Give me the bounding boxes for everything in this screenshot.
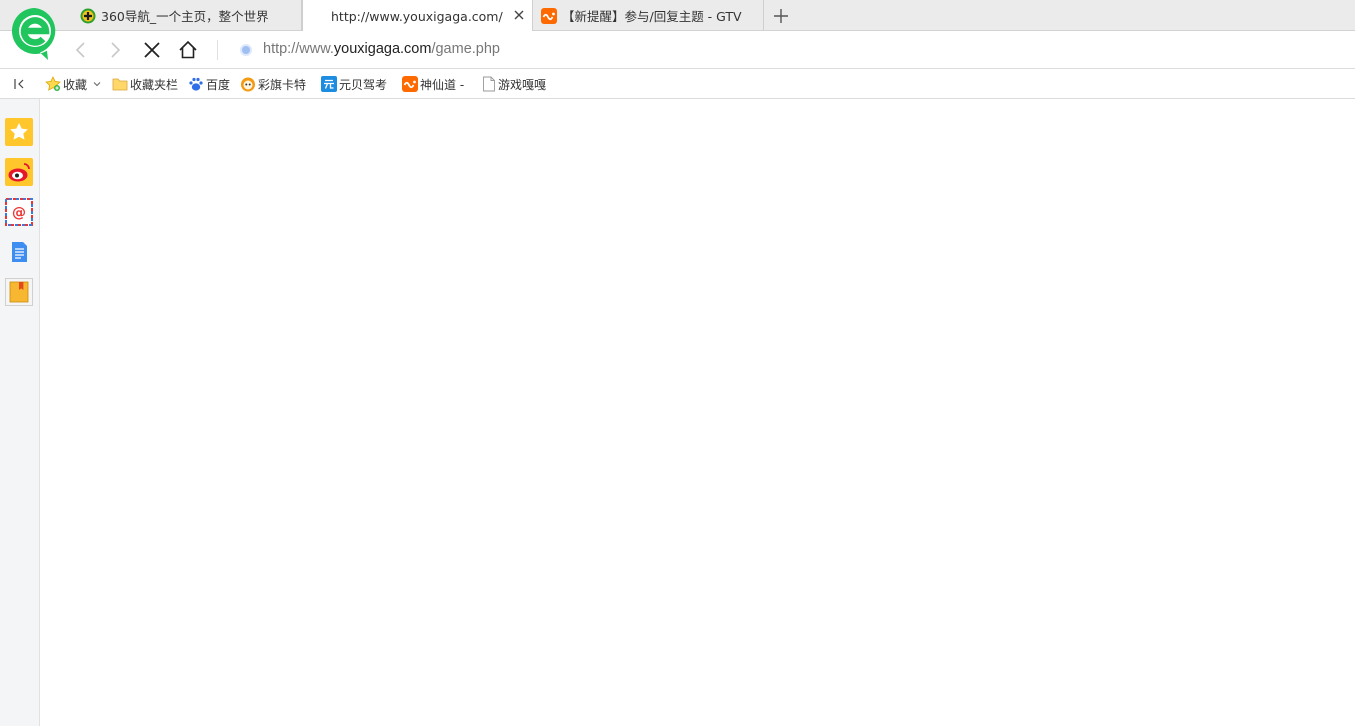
browser-logo-icon <box>11 7 56 60</box>
url-path: /game.php <box>431 41 500 57</box>
chevron-down-icon <box>93 82 101 87</box>
tab-title: 360导航_一个主页，整个世界 <box>101 9 269 24</box>
page-content <box>40 99 1355 726</box>
gtv-icon <box>402 76 418 92</box>
tab-title: 【新提醒】参与/回复主题 - GTV <box>562 9 742 24</box>
nav-separator <box>217 40 218 60</box>
page-icon <box>483 76 495 92</box>
bookmark-label: 收藏夹栏 <box>130 77 179 92</box>
stop-icon <box>144 42 160 58</box>
address-bar[interactable]: http://www.youxigaga.com/game.php <box>263 41 500 57</box>
bookmark-baidu[interactable]: 百度 <box>188 75 230 93</box>
collapse-left-icon <box>14 79 24 89</box>
bookmark-label: 游戏嘎嘎 <box>498 77 547 92</box>
home-button[interactable] <box>177 39 199 61</box>
stop-button[interactable] <box>141 39 163 61</box>
bookmark-yuanbei[interactable]: 元贝驾考 <box>321 75 387 93</box>
collapse-sidebar-button[interactable] <box>13 75 29 93</box>
forward-button[interactable] <box>104 39 126 61</box>
forward-arrow-icon <box>111 42 121 58</box>
loading-indicator-icon <box>240 44 252 56</box>
bookmark-caiqi[interactable]: 彩旗卡特 <box>240 75 306 93</box>
baidu-paw-icon <box>189 77 203 91</box>
close-icon[interactable] <box>512 8 526 22</box>
tab-gtv[interactable]: 【新提醒】参与/回复主题 - GTV <box>533 0 764 31</box>
sidebar: @ <box>0 99 40 726</box>
new-tab-icon[interactable] <box>771 6 791 26</box>
gtv-icon <box>541 7 557 24</box>
url-host: youxigaga.com <box>333 41 432 57</box>
orange-face-icon <box>241 77 255 92</box>
bookmark-folder-bar[interactable]: 收藏夹栏 <box>112 75 178 93</box>
bookmark-label: 收藏 <box>63 77 88 92</box>
notes-icon[interactable] <box>5 238 33 266</box>
star-icon <box>45 76 61 91</box>
mail-icon[interactable]: @ <box>5 198 33 226</box>
bookmark-shenxiandao[interactable]: 神仙道 - <box>402 75 464 93</box>
svg-text:@: @ <box>12 205 26 221</box>
back-button[interactable] <box>70 39 92 61</box>
tab-strip: 360导航_一个主页，整个世界 http://www.youxigaga.com… <box>0 0 1355 32</box>
360-nav-icon <box>80 8 96 23</box>
bookmark-label: 神仙道 - <box>420 77 465 92</box>
novel-book-icon[interactable] <box>5 278 33 306</box>
back-arrow-icon <box>75 42 85 58</box>
bookmark-label: 百度 <box>206 77 231 92</box>
url-scheme: http://www. <box>263 41 334 57</box>
weibo-icon[interactable] <box>5 158 33 186</box>
bookmark-youxigaga[interactable]: 游戏嘎嘎 <box>482 75 546 93</box>
folder-icon <box>112 78 128 91</box>
bookmark-label: 彩旗卡特 <box>258 77 307 92</box>
bookmarks-bar: 收藏 收藏夹栏 百度 彩旗卡特 元贝驾考 神仙道 - 游戏嘎嘎 <box>0 69 1355 99</box>
navigation-bar: http://www.youxigaga.com/game.php <box>0 31 1355 69</box>
bookmark-favorites-menu[interactable]: 收藏 <box>45 75 104 93</box>
favorites-star-icon[interactable] <box>5 118 33 146</box>
home-icon <box>179 40 197 59</box>
bookmark-label: 元贝驾考 <box>339 77 388 92</box>
tab-title: http://www.youxigaga.com/ga <box>331 8 503 24</box>
tab-360-nav[interactable]: 360导航_一个主页，整个世界 <box>72 0 302 31</box>
tab-youxigaga[interactable]: http://www.youxigaga.com/ga <box>302 0 533 32</box>
yuanbei-icon <box>321 76 337 92</box>
